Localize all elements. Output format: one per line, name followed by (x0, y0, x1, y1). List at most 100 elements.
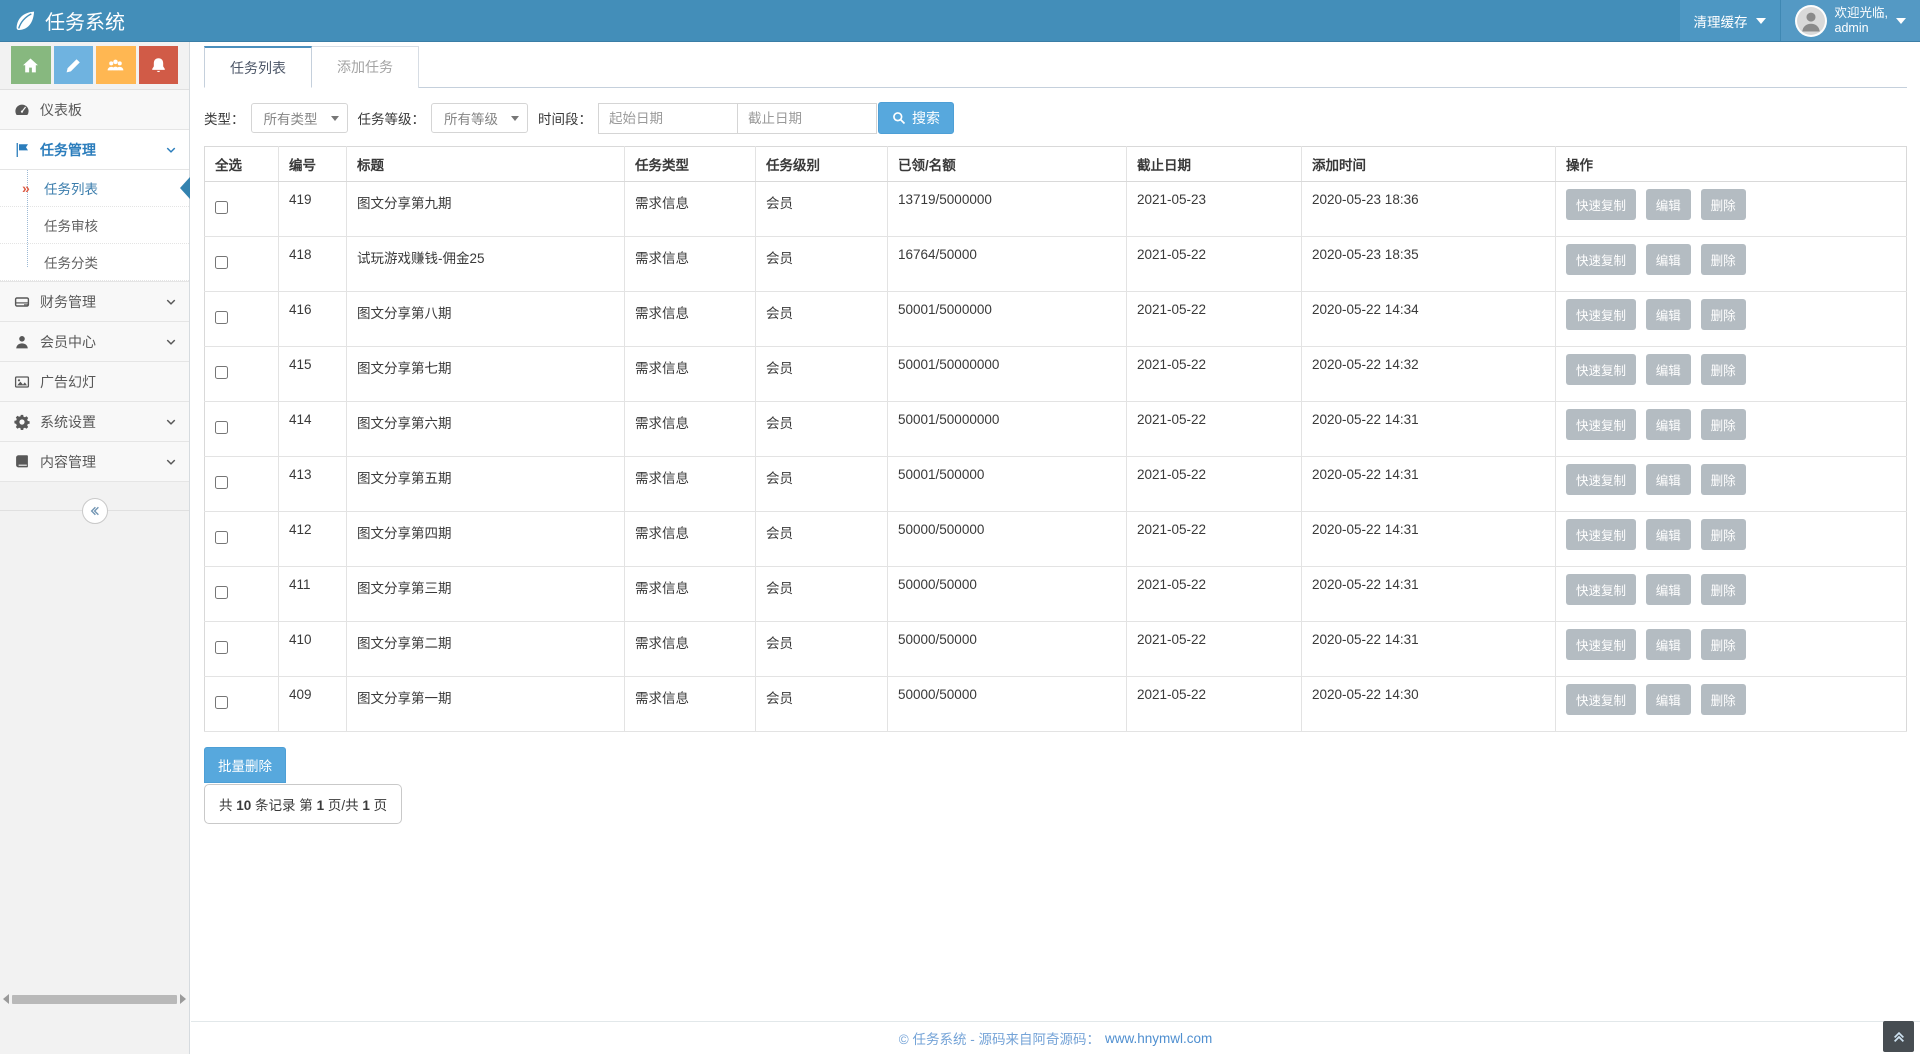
sidebar-item-label: 任务分类 (44, 252, 98, 272)
row-type: 需求信息 (625, 567, 756, 622)
sidebar-item-dashboard[interactable]: 仪表板 (0, 90, 189, 130)
edit-button[interactable]: 编辑 (1646, 464, 1691, 495)
header-type: 任务类型 (625, 147, 756, 182)
task-submenu: » 任务列表 任务审核 任务分类 (0, 170, 189, 282)
delete-button[interactable]: 删除 (1701, 519, 1746, 550)
quick-copy-button[interactable]: 快速复制 (1566, 684, 1636, 715)
sidebar-collapse-row (0, 510, 189, 540)
quick-copy-button[interactable]: 快速复制 (1566, 409, 1636, 440)
quick-copy-button[interactable]: 快速复制 (1566, 574, 1636, 605)
edit-button[interactable]: 编辑 (1646, 244, 1691, 275)
edit-button[interactable]: 编辑 (1646, 574, 1691, 605)
sidebar-item-task-category[interactable]: 任务分类 (0, 244, 189, 281)
sidebar-item-task-review[interactable]: 任务审核 (0, 207, 189, 244)
row-checkbox[interactable] (215, 696, 228, 709)
delete-button[interactable]: 删除 (1701, 629, 1746, 660)
row-type: 需求信息 (625, 182, 756, 237)
users-shortcut-button[interactable] (96, 46, 136, 84)
user-menu[interactable]: 欢迎光临, admin (1780, 0, 1920, 41)
row-type: 需求信息 (625, 347, 756, 402)
row-actions: 快速复制 编辑 删除 (1556, 457, 1907, 512)
sidebar-item-finance[interactable]: 财务管理 (0, 282, 189, 322)
clear-cache-menu[interactable]: 清理缓存 (1680, 0, 1780, 41)
row-level: 会员 (756, 457, 888, 512)
sidebar-item-ad-slides[interactable]: 广告幻灯 (0, 362, 189, 402)
row-level: 会员 (756, 512, 888, 567)
sidebar-item-member-center[interactable]: 会员中心 (0, 322, 189, 362)
pencil-icon (65, 57, 82, 74)
edit-button[interactable]: 编辑 (1646, 629, 1691, 660)
delete-button[interactable]: 删除 (1701, 409, 1746, 440)
edit-shortcut-button[interactable] (54, 46, 94, 84)
search-button-label: 搜索 (912, 108, 940, 128)
quick-copy-button[interactable]: 快速复制 (1566, 299, 1636, 330)
person-icon (1799, 9, 1823, 33)
edit-button[interactable]: 编辑 (1646, 299, 1691, 330)
row-checkbox[interactable] (215, 256, 228, 269)
start-date-input[interactable] (598, 103, 738, 134)
sidebar-item-content-management[interactable]: 内容管理 (0, 442, 189, 482)
row-quota: 50000/50000 (888, 567, 1127, 622)
delete-button[interactable]: 删除 (1701, 299, 1746, 330)
home-shortcut-button[interactable] (11, 46, 51, 84)
delete-button[interactable]: 删除 (1701, 684, 1746, 715)
scroll-right-arrow-icon[interactable] (180, 994, 186, 1004)
footer-link[interactable]: www.hnymwl.com (1105, 1031, 1212, 1046)
quick-copy-button[interactable]: 快速复制 (1566, 464, 1636, 495)
row-title: 图文分享第六期 (347, 402, 625, 457)
row-checkbox[interactable] (215, 586, 228, 599)
edit-button[interactable]: 编辑 (1646, 409, 1691, 440)
row-added: 2020-05-23 18:36 (1302, 182, 1556, 237)
sidebar-item-task-management[interactable]: 任务管理 (0, 130, 189, 170)
table-row: 414 图文分享第六期 需求信息 会员 50001/50000000 2021-… (205, 402, 1907, 457)
back-to-top-button[interactable] (1883, 1021, 1914, 1052)
sidebar-collapse-button[interactable] (82, 498, 108, 524)
delete-button[interactable]: 删除 (1701, 244, 1746, 275)
sidebar-item-system-settings[interactable]: 系统设置 (0, 402, 189, 442)
delete-button[interactable]: 删除 (1701, 464, 1746, 495)
quick-copy-button[interactable]: 快速复制 (1566, 244, 1636, 275)
sidebar-horizontal-scrollbar[interactable] (0, 992, 189, 1006)
search-button[interactable]: 搜索 (878, 102, 954, 134)
end-date-input[interactable] (737, 103, 877, 134)
sidebar-item-task-list[interactable]: » 任务列表 (0, 170, 189, 207)
edit-button[interactable]: 编辑 (1646, 684, 1691, 715)
chevron-down-icon (165, 416, 177, 428)
clear-cache-label: 清理缓存 (1694, 11, 1748, 31)
delete-button[interactable]: 删除 (1701, 574, 1746, 605)
delete-button[interactable]: 删除 (1701, 354, 1746, 385)
quick-copy-button[interactable]: 快速复制 (1566, 629, 1636, 660)
row-checkbox[interactable] (215, 641, 228, 654)
edit-button[interactable]: 编辑 (1646, 189, 1691, 220)
quick-copy-button[interactable]: 快速复制 (1566, 189, 1636, 220)
type-select[interactable]: 所有类型 (251, 103, 348, 133)
quick-copy-button[interactable]: 快速复制 (1566, 354, 1636, 385)
delete-button[interactable]: 删除 (1701, 189, 1746, 220)
scrollbar-thumb[interactable] (12, 995, 177, 1004)
caret-down-icon (1896, 18, 1906, 24)
table-row: 409 图文分享第一期 需求信息 会员 50000/50000 2021-05-… (205, 677, 1907, 732)
quick-copy-button[interactable]: 快速复制 (1566, 519, 1636, 550)
row-checkbox[interactable] (215, 366, 228, 379)
row-quota: 16764/50000 (888, 237, 1127, 292)
row-checkbox[interactable] (215, 476, 228, 489)
app-brand[interactable]: 任务系统 (0, 0, 125, 41)
row-quota: 50000/500000 (888, 512, 1127, 567)
edit-button[interactable]: 编辑 (1646, 354, 1691, 385)
batch-delete-button[interactable]: 批量删除 (204, 747, 286, 783)
type-select-value: 所有类型 (264, 108, 318, 128)
row-checkbox[interactable] (215, 311, 228, 324)
type-filter-label: 类型： (204, 108, 245, 128)
record-summary: 共 10 条记录 第 1 页/共 1 页 (204, 784, 402, 824)
header-select-all[interactable]: 全选 (205, 147, 279, 182)
notice-shortcut-button[interactable] (139, 46, 179, 84)
tab-task-list[interactable]: 任务列表 (204, 46, 312, 88)
row-checkbox[interactable] (215, 421, 228, 434)
edit-button[interactable]: 编辑 (1646, 519, 1691, 550)
scroll-left-arrow-icon[interactable] (3, 994, 9, 1004)
row-checkbox[interactable] (215, 201, 228, 214)
level-select[interactable]: 所有等级 (431, 103, 528, 133)
row-checkbox[interactable] (215, 531, 228, 544)
tab-add-task[interactable]: 添加任务 (312, 46, 419, 88)
row-level: 会员 (756, 567, 888, 622)
